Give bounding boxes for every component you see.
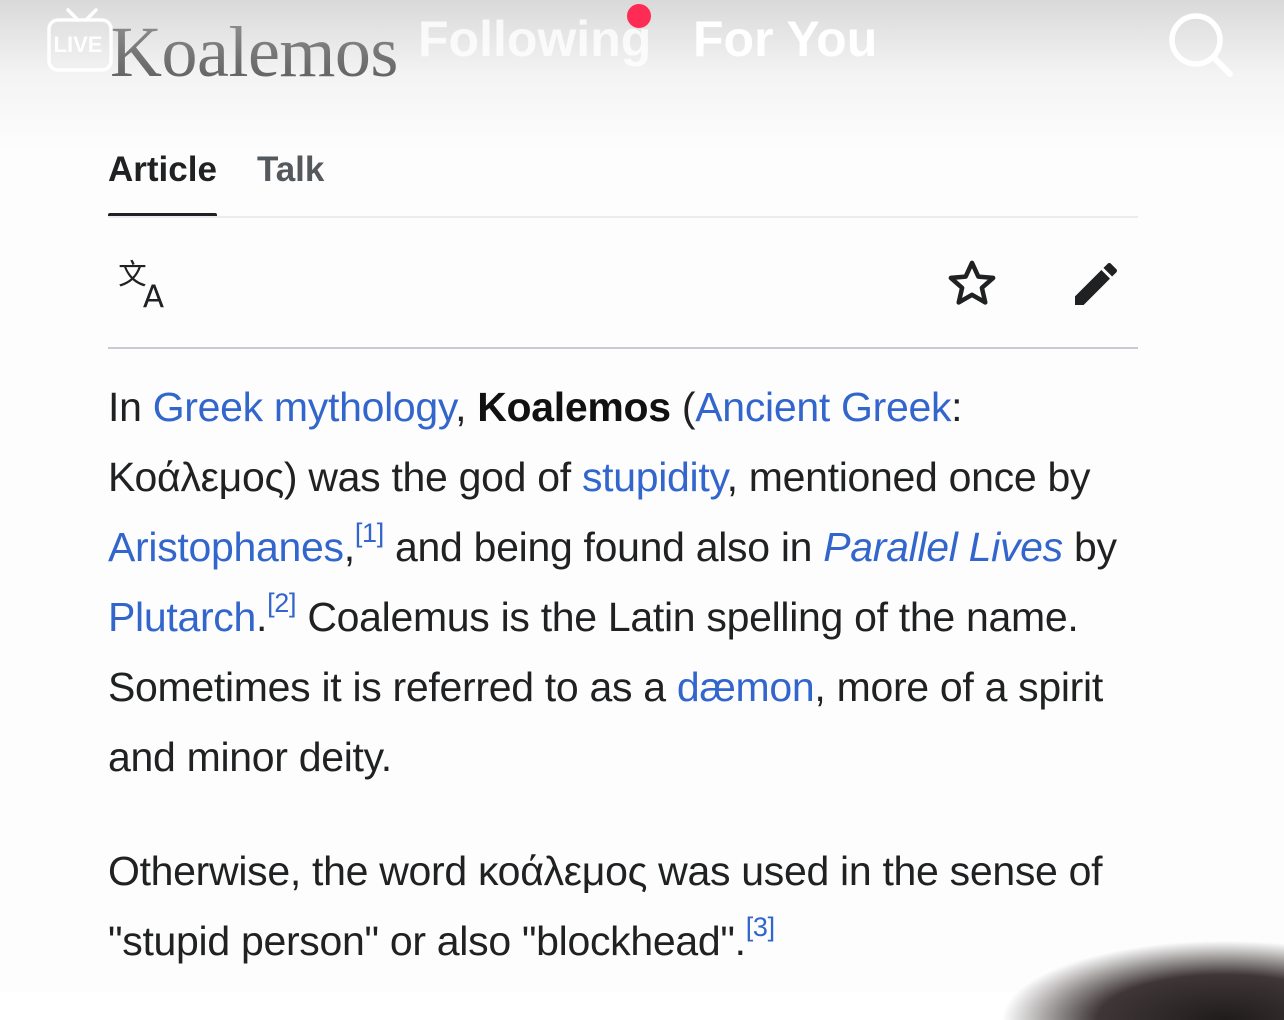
tab-talk[interactable]: Talk: [257, 150, 324, 210]
text-segment: .: [256, 594, 268, 640]
link-parallel-lives-label: Parallel Lives: [823, 524, 1063, 570]
reference-1[interactable]: [1]: [355, 518, 384, 548]
text-segment: by: [1062, 524, 1117, 570]
text-segment: and being found also in: [383, 524, 824, 570]
link-greek-mythology[interactable]: Greek mythology: [153, 384, 456, 430]
text-segment: (: [670, 384, 696, 430]
paragraph-usage: Otherwise, the word κοάλεμος was used in…: [108, 836, 1148, 976]
paragraph-intro: In Greek mythology, Koalemos (Ancient Gr…: [108, 372, 1148, 792]
svg-text:A: A: [143, 279, 164, 315]
live-label: LIVE: [53, 32, 103, 57]
page-tabs: Article Talk: [108, 150, 324, 218]
search-icon: [1169, 13, 1233, 77]
link-daemon[interactable]: dæmon: [677, 664, 815, 710]
link-plutarch[interactable]: Plutarch: [108, 594, 256, 640]
pencil-icon[interactable]: [1060, 248, 1132, 320]
reference-2[interactable]: [2]: [267, 588, 296, 618]
tab-article[interactable]: Article: [108, 150, 217, 218]
link-ancient-greek[interactable]: Ancient Greek: [695, 384, 951, 430]
notification-dot: [627, 4, 651, 28]
reference-3[interactable]: [3]: [746, 912, 775, 942]
text-segment: ,: [455, 384, 478, 430]
translate-icon[interactable]: 文 A: [112, 248, 184, 320]
link-parallel-lives[interactable]: Parallel Lives: [823, 524, 1063, 570]
live-button[interactable]: LIVE: [46, 4, 118, 76]
page-title: Koalemos: [110, 12, 398, 92]
feed-tab-following[interactable]: Following: [418, 14, 651, 64]
link-aristophanes[interactable]: Aristophanes: [108, 524, 344, 570]
star-icon[interactable]: [936, 248, 1008, 320]
text-segment: In: [108, 384, 153, 430]
text-segment: ,: [343, 524, 355, 570]
article-body: In Greek mythology, Koalemos (Ancient Gr…: [108, 372, 1148, 1020]
search-button[interactable]: [1162, 6, 1238, 82]
toolbar-divider: [108, 347, 1138, 349]
feed-tab-for-you[interactable]: For You: [693, 14, 877, 64]
link-stupidity[interactable]: stupidity: [582, 454, 727, 500]
text-segment: , mentioned once by: [726, 454, 1091, 500]
wikipedia-page: Koalemos Article Talk 文 A In Greek mytho…: [0, 0, 1284, 992]
bold-article-name: Koalemos: [477, 384, 671, 430]
tabs-divider: [108, 216, 1138, 218]
text-segment: Otherwise, the word κοάλεμος was used in…: [108, 848, 1103, 964]
page-actions-toolbar: 文 A: [108, 248, 1138, 320]
